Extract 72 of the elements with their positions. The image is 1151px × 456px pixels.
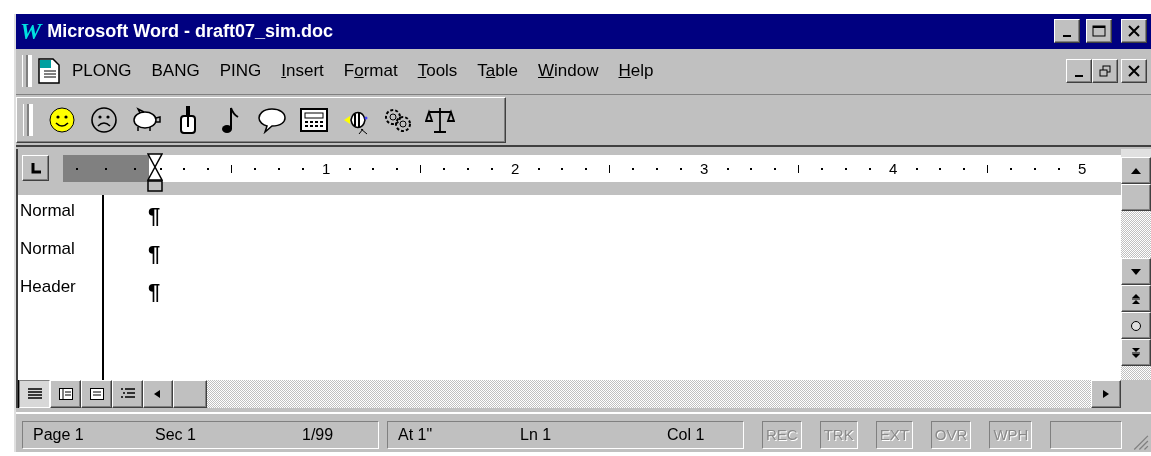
indent-marker[interactable] xyxy=(147,153,163,194)
maximize-button[interactable] xyxy=(1086,19,1112,44)
status-text: Col 1 xyxy=(667,426,706,445)
minimize-button[interactable] xyxy=(1066,59,1092,84)
online-layout-icon xyxy=(57,387,74,402)
style-name: Normal xyxy=(19,201,76,223)
close-button[interactable] xyxy=(1121,19,1147,44)
menu-item[interactable]: PING xyxy=(209,61,272,82)
close-icon xyxy=(1128,25,1140,38)
close-icon xyxy=(1128,65,1140,78)
menu-item[interactable]: Format xyxy=(333,61,408,82)
style-name: Header xyxy=(19,277,77,299)
frown-icon xyxy=(90,106,118,135)
double-up-arrow-icon xyxy=(1130,292,1142,305)
close-button[interactable] xyxy=(1121,59,1147,84)
document-icon xyxy=(36,57,62,86)
view-button[interactable] xyxy=(19,380,50,409)
scroll-down-button[interactable] xyxy=(1121,258,1151,286)
menu-item[interactable]: BANG xyxy=(141,61,210,82)
status-text: Page 1 xyxy=(33,426,85,445)
menu-item[interactable]: Help xyxy=(608,61,664,82)
horizontal-scroll-thumb[interactable] xyxy=(173,380,207,409)
menu-item[interactable]: PLONG xyxy=(62,61,142,82)
scroll-left-button[interactable] xyxy=(143,380,173,409)
ruler-number: 2 xyxy=(511,160,520,178)
smiley-icon xyxy=(48,106,76,135)
scroll-thumb[interactable] xyxy=(1121,184,1151,212)
status-text: 1/99 xyxy=(302,426,335,445)
select-browse-object-button[interactable] xyxy=(1121,312,1151,340)
menu-item[interactable]: Tools xyxy=(407,61,468,82)
piggy-bank-icon xyxy=(130,107,162,134)
scales-icon xyxy=(425,105,455,136)
circle-icon xyxy=(1130,319,1142,332)
menu-item[interactable]: Insert xyxy=(271,61,334,82)
status-text: Ln 1 xyxy=(520,426,553,445)
minimize-icon xyxy=(1063,35,1071,38)
app-logo: W xyxy=(20,17,42,45)
paragraph-mark: ¶ xyxy=(148,278,162,307)
double-down-arrow-icon xyxy=(1130,346,1142,359)
speech-bubble-icon xyxy=(257,106,287,135)
menu-item[interactable]: Table xyxy=(467,61,528,82)
next-page-button[interactable] xyxy=(1121,339,1151,367)
paragraph-mark: ¶ xyxy=(148,240,162,269)
normal-view-icon xyxy=(26,387,43,402)
menu-item[interactable]: Window xyxy=(528,61,609,82)
minimize-button[interactable] xyxy=(1054,19,1080,44)
restore-button[interactable] xyxy=(1092,59,1118,84)
window-title: Microsoft Word - draft07_sim.doc xyxy=(47,20,335,42)
previous-page-button[interactable] xyxy=(1121,285,1151,313)
maximize-icon xyxy=(1092,25,1106,38)
scroll-up-button[interactable] xyxy=(1121,157,1151,185)
ruler-number: 3 xyxy=(700,160,709,178)
page-layout-icon xyxy=(88,387,105,402)
restore-icon xyxy=(1099,65,1111,78)
left-tab-icon xyxy=(29,162,42,175)
tab-selector-button[interactable] xyxy=(22,155,49,182)
document-area[interactable]: Normal Normal Header ¶ ¶ ¶ xyxy=(18,195,1121,381)
down-arrow-icon xyxy=(1130,266,1142,277)
ruler-number: 4 xyxy=(889,160,898,178)
bottle-icon xyxy=(177,105,199,136)
status-text: At 1" xyxy=(398,426,434,445)
calculator-icon xyxy=(299,107,329,134)
ruler-number: 5 xyxy=(1078,160,1087,178)
minimize-icon xyxy=(1075,75,1083,78)
gears-icon xyxy=(383,106,413,135)
scroll-right-button[interactable] xyxy=(1091,380,1121,409)
status-text: Sec 1 xyxy=(155,426,197,445)
scroll-track[interactable] xyxy=(1121,366,1151,381)
music-note-icon xyxy=(219,105,241,136)
style-name: Normal xyxy=(19,239,76,261)
ruler-number: 1 xyxy=(322,160,331,178)
paragraph-mark: ¶ xyxy=(148,202,162,231)
